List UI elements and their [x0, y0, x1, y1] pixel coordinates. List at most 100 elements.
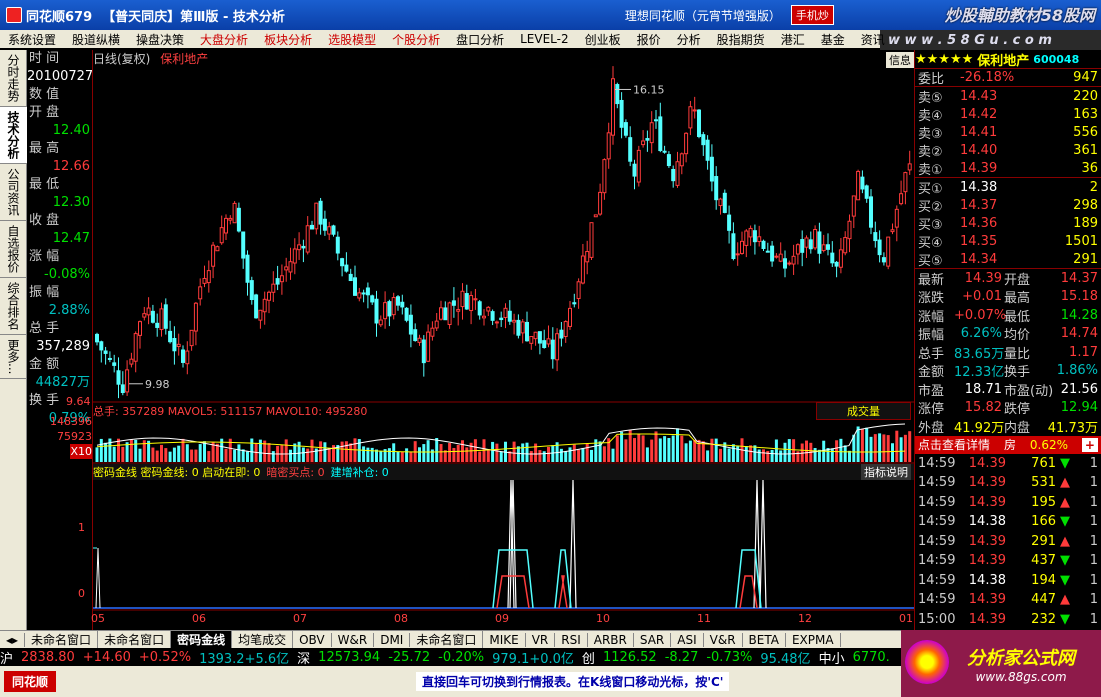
indicator-tab[interactable]: VR — [526, 632, 556, 647]
stat-label: 最高 — [1004, 291, 1031, 307]
indicator-tab[interactable]: BETA — [743, 632, 786, 647]
sells-volume: 220 — [1073, 88, 1098, 104]
menu-item[interactable]: 股指期货 — [709, 31, 773, 48]
candle-body — [284, 266, 289, 271]
brand-button[interactable]: 同花顺 — [4, 671, 57, 692]
candle-body — [718, 198, 723, 207]
detail-bar[interactable]: 点击查看详情 房 0.62% + — [915, 435, 1101, 454]
menu-item[interactable]: 创业板 — [577, 31, 629, 48]
candle-body — [666, 154, 671, 167]
indicator-tab[interactable]: 未命名窗口 — [410, 631, 484, 648]
candle-body — [619, 99, 624, 128]
sells-volume: 361 — [1073, 142, 1098, 158]
candle-body — [443, 307, 448, 321]
quote-stock-name: 保利地产 — [977, 53, 1030, 69]
info-time-value: 20100727 — [27, 69, 94, 84]
candle-body — [869, 196, 873, 228]
indicator-tab[interactable]: 均笔成交 — [232, 631, 294, 648]
tab-scroll-arrows[interactable]: ◂▸ — [0, 632, 26, 647]
candle-body — [701, 134, 706, 146]
indicator-help-button[interactable]: 指标说明 — [861, 464, 911, 480]
candle-body — [907, 163, 912, 171]
volume-bar — [400, 451, 404, 462]
volume-bar — [521, 443, 525, 462]
indicator-tab[interactable]: ASI — [671, 632, 704, 647]
menu-item[interactable]: 报价 — [629, 31, 669, 48]
indicator-tab[interactable]: 未命名窗口 — [98, 631, 172, 648]
detail-button[interactable]: 点击查看详情 — [918, 436, 990, 453]
indicator-tab[interactable]: V&R — [704, 632, 743, 647]
info-volume-value: 357,289 — [36, 339, 90, 354]
volume-bar — [783, 442, 787, 462]
info-change-value: -0.08% — [44, 267, 90, 282]
volume-bar — [134, 439, 138, 462]
left-tab[interactable]: 技术分析 — [0, 107, 27, 164]
indicator-tab[interactable]: 密码金线 — [171, 631, 233, 648]
stat-label: 跌停 — [1004, 402, 1031, 418]
indicator-tab[interactable]: OBV — [293, 632, 332, 647]
candle-body — [735, 253, 740, 256]
buys-row: 买① 14.38 2 — [915, 178, 1101, 197]
tick-count: 1 — [1089, 592, 1098, 608]
indicator-tab[interactable]: EXPMA — [786, 632, 841, 647]
indicator-tab[interactable]: SAR — [634, 632, 672, 647]
menu-item[interactable]: 板块分析 — [256, 31, 320, 48]
indicator-tab[interactable]: 未命名窗口 — [25, 631, 99, 648]
sz-amount: 979.1+0.0亿 — [492, 651, 574, 667]
volume-select[interactable]: 成交量 — [816, 402, 911, 420]
volume-bar — [387, 448, 391, 462]
volume-bar — [478, 451, 482, 462]
menu-item[interactable]: 操盘决策 — [128, 31, 192, 48]
left-tab[interactable]: 公司资讯 — [0, 164, 27, 221]
tick-price: 14.38 — [968, 572, 1006, 588]
menu-item[interactable]: 分析 — [669, 31, 709, 48]
menu-item[interactable]: 个股分析 — [384, 31, 448, 48]
indicator-tab[interactable]: W&R — [332, 632, 375, 647]
volume-bar — [658, 438, 662, 462]
left-tab[interactable]: 分时走势 — [0, 50, 27, 107]
left-tab[interactable]: 更多... — [0, 335, 27, 380]
volume-bar — [319, 441, 323, 462]
indicator-tab[interactable]: DMI — [374, 632, 411, 647]
menu-item[interactable]: 盘口分析 — [448, 31, 512, 48]
volume-bar — [766, 450, 770, 462]
candle-body — [288, 261, 293, 273]
indicator-axis: 1 0 — [78, 488, 85, 634]
candlestick-chart[interactable]: 16.15 9.98 — [93, 50, 915, 630]
candle-body — [546, 338, 551, 345]
stat-value: 1.17 — [1069, 344, 1098, 360]
volume-bar — [671, 435, 675, 462]
chart-area[interactable]: 日线(复权) 保利地产 信息 16.15 9.98 总手: 357289 MAVO… — [91, 50, 915, 630]
candle-body — [348, 273, 353, 282]
left-tab[interactable]: 综合排名 — [0, 278, 27, 335]
menu-item[interactable]: LEVEL-2 — [512, 32, 577, 46]
menu-item[interactable]: 选股模型 — [320, 31, 384, 48]
expand-icon[interactable]: + — [1081, 437, 1098, 452]
menu-item[interactable]: 港汇 — [773, 31, 813, 48]
candle-body — [439, 307, 443, 320]
stat-value: 21.56 — [1060, 381, 1098, 397]
left-tab[interactable]: 自选报价 — [0, 221, 27, 278]
indicator-plateau-red — [558, 575, 568, 609]
tick-price: 14.39 — [968, 553, 1006, 569]
month-label: 10 — [596, 612, 610, 625]
indicator-tab[interactable]: MIKE — [483, 632, 526, 647]
candle-body — [365, 287, 370, 296]
indicator-tab[interactable]: RSI — [555, 632, 588, 647]
menu-item[interactable]: 大盘分析 — [192, 31, 256, 48]
candle-body — [770, 245, 775, 262]
volume-header: 总手: 357289 MAVOL5: 511157 MAVOL10: 49528… — [93, 402, 915, 420]
candle-body — [249, 280, 254, 301]
indicator-tab[interactable]: ARBR — [588, 632, 634, 647]
menu-item[interactable]: 资讯 — [853, 31, 893, 48]
mobile-mode-button[interactable]: 手机炒 — [790, 5, 834, 25]
volume-bar — [95, 447, 99, 462]
tick-list[interactable]: 14:59 14.39 761 ▼ 1 14:59 14.39 531 ▲ 1 14:59 14.39… — [915, 454, 1101, 630]
menu-item[interactable]: 系统设置 — [0, 31, 64, 48]
candle-body — [632, 163, 637, 177]
menu-item[interactable]: 股道纵横 — [64, 31, 128, 48]
stat-value: 15.82 — [964, 400, 1002, 416]
volume-bar — [744, 446, 748, 462]
menu-item[interactable]: 基金 — [813, 31, 853, 48]
candle-body — [426, 331, 431, 362]
